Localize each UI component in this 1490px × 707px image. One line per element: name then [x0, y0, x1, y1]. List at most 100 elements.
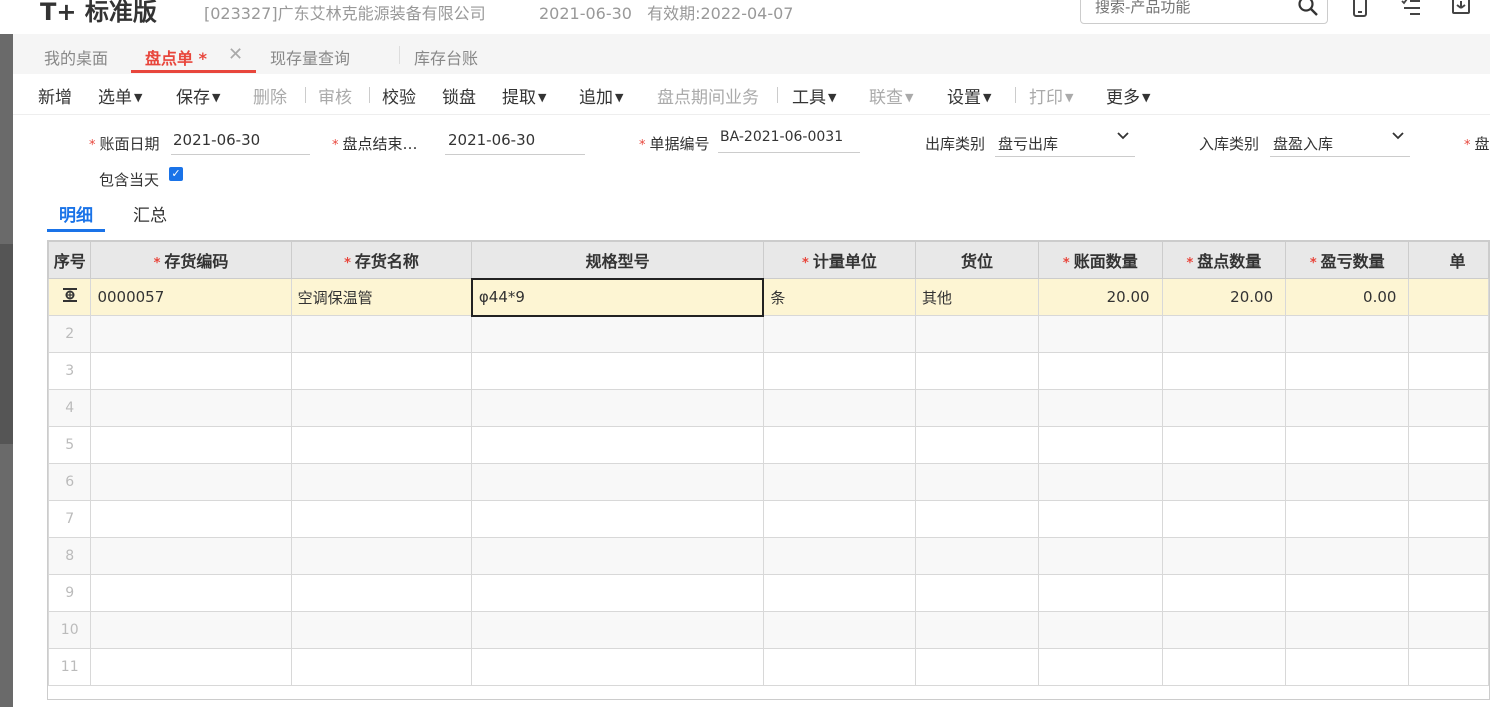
new-button[interactable]: 新增	[38, 83, 72, 108]
table-cell[interactable]	[290, 500, 473, 538]
save-button[interactable]: 保存 ▼	[176, 83, 220, 108]
cell-location[interactable]: 其他	[914, 278, 1040, 316]
table-cell[interactable]	[90, 611, 292, 649]
doc-no-field[interactable]: BA-2021-06-0031	[718, 129, 860, 153]
table-cell[interactable]	[914, 463, 1040, 501]
table-cell[interactable]	[1038, 574, 1163, 612]
table-cell[interactable]	[1285, 352, 1410, 390]
table-row[interactable]: 11	[48, 648, 1489, 686]
table-cell[interactable]	[762, 611, 916, 649]
cell-diff-qty[interactable]: 0.00	[1285, 278, 1410, 316]
table-cell[interactable]	[1285, 537, 1410, 575]
column-header[interactable]: * 盘点数量	[1161, 241, 1287, 279]
search-box[interactable]	[1080, 0, 1328, 24]
table-cell[interactable]	[1161, 611, 1287, 649]
search-input[interactable]	[1093, 0, 1287, 17]
table-cell[interactable]	[1161, 389, 1287, 427]
table-cell[interactable]	[1038, 463, 1163, 501]
table-cell[interactable]	[1285, 574, 1410, 612]
mobile-icon[interactable]	[1351, 0, 1369, 22]
table-row[interactable]: 9	[48, 574, 1489, 612]
left-sidebar-handle[interactable]	[0, 244, 13, 444]
delete-button[interactable]: 删除	[253, 83, 287, 108]
table-cell[interactable]	[90, 463, 292, 501]
table-cell[interactable]	[290, 426, 473, 464]
out-type-select[interactable]: 盘亏出库	[995, 132, 1135, 157]
table-row[interactable]: 7	[48, 500, 1489, 538]
table-cell[interactable]	[762, 574, 916, 612]
table-cell[interactable]	[1408, 500, 1489, 538]
table-cell[interactable]	[1285, 500, 1410, 538]
table-cell[interactable]	[1038, 352, 1163, 390]
audit-button[interactable]: 审核	[318, 83, 352, 108]
table-cell[interactable]	[1161, 315, 1287, 353]
table-cell[interactable]	[1408, 352, 1489, 390]
verify-button[interactable]: 校验	[382, 83, 416, 108]
table-cell[interactable]	[1285, 426, 1410, 464]
more-button[interactable]: 更多 ▼	[1106, 83, 1150, 108]
table-cell[interactable]	[914, 389, 1040, 427]
table-cell[interactable]	[1408, 315, 1489, 353]
table-cell[interactable]	[914, 648, 1040, 686]
query-button[interactable]: 联查 ▼	[869, 83, 913, 108]
table-cell[interactable]	[1161, 352, 1287, 390]
table-cell[interactable]	[1038, 389, 1163, 427]
book-date-field[interactable]: 2021-06-30	[171, 131, 310, 155]
message-icon[interactable]	[1451, 0, 1471, 22]
table-cell[interactable]	[914, 352, 1040, 390]
select-button[interactable]: 选单 ▼	[98, 83, 142, 108]
cell-code[interactable]: 0000057	[90, 278, 292, 316]
end-date-field[interactable]: 2021-06-30	[445, 131, 585, 155]
row-settings-cell[interactable]	[48, 278, 92, 316]
cell-extra[interactable]	[1408, 278, 1489, 316]
table-cell[interactable]	[914, 315, 1040, 353]
table-cell[interactable]	[90, 648, 292, 686]
settings-button[interactable]: 设置 ▼	[947, 83, 991, 108]
table-cell[interactable]	[90, 574, 292, 612]
cell-count-qty[interactable]: 20.00	[1161, 278, 1287, 316]
table-cell[interactable]	[914, 500, 1040, 538]
cell-book-qty[interactable]: 20.00	[1038, 278, 1163, 316]
cell-name[interactable]: 空调保温管	[290, 278, 473, 316]
table-cell[interactable]	[90, 315, 292, 353]
table-cell[interactable]	[1408, 611, 1489, 649]
table-cell[interactable]	[762, 648, 916, 686]
tab-summary[interactable]: 汇总	[133, 201, 167, 226]
column-header[interactable]: * 账面数量	[1038, 241, 1163, 279]
table-cell[interactable]	[1408, 648, 1489, 686]
tab-detail[interactable]: 明细	[59, 201, 93, 226]
table-cell[interactable]	[762, 426, 916, 464]
table-row[interactable]: 2	[48, 315, 1489, 353]
table-cell[interactable]	[90, 389, 292, 427]
column-header[interactable]: * 存货名称	[290, 241, 473, 279]
table-cell[interactable]	[90, 500, 292, 538]
include-today-checkbox[interactable]: ✓	[169, 167, 183, 181]
table-cell[interactable]	[471, 500, 764, 538]
table-row[interactable]: 3	[48, 352, 1489, 390]
column-header[interactable]: 货位	[914, 241, 1040, 279]
tab-inventory-ledger[interactable]: 库存台账	[414, 45, 478, 69]
table-cell[interactable]	[1285, 389, 1410, 427]
row-settings-icon[interactable]	[62, 287, 78, 303]
table-cell[interactable]	[762, 315, 916, 353]
tab-desktop[interactable]: 我的桌面	[44, 45, 108, 69]
table-cell[interactable]	[1161, 574, 1287, 612]
table-cell[interactable]	[290, 537, 473, 575]
table-cell[interactable]	[1038, 537, 1163, 575]
table-cell[interactable]	[290, 352, 473, 390]
table-row[interactable]: 10	[48, 611, 1489, 649]
column-header[interactable]: 单	[1408, 241, 1489, 279]
table-cell[interactable]	[1038, 648, 1163, 686]
table-cell[interactable]	[471, 648, 764, 686]
table-cell[interactable]	[1285, 648, 1410, 686]
table-cell[interactable]	[471, 426, 764, 464]
period-business-button[interactable]: 盘点期间业务	[657, 83, 759, 108]
table-cell[interactable]	[1285, 463, 1410, 501]
table-cell[interactable]	[471, 315, 764, 353]
table-row[interactable]: 4	[48, 389, 1489, 427]
table-cell[interactable]	[914, 537, 1040, 575]
table-cell[interactable]	[1038, 426, 1163, 464]
search-icon[interactable]	[1297, 0, 1319, 21]
table-cell[interactable]	[1161, 426, 1287, 464]
table-cell[interactable]	[290, 389, 473, 427]
